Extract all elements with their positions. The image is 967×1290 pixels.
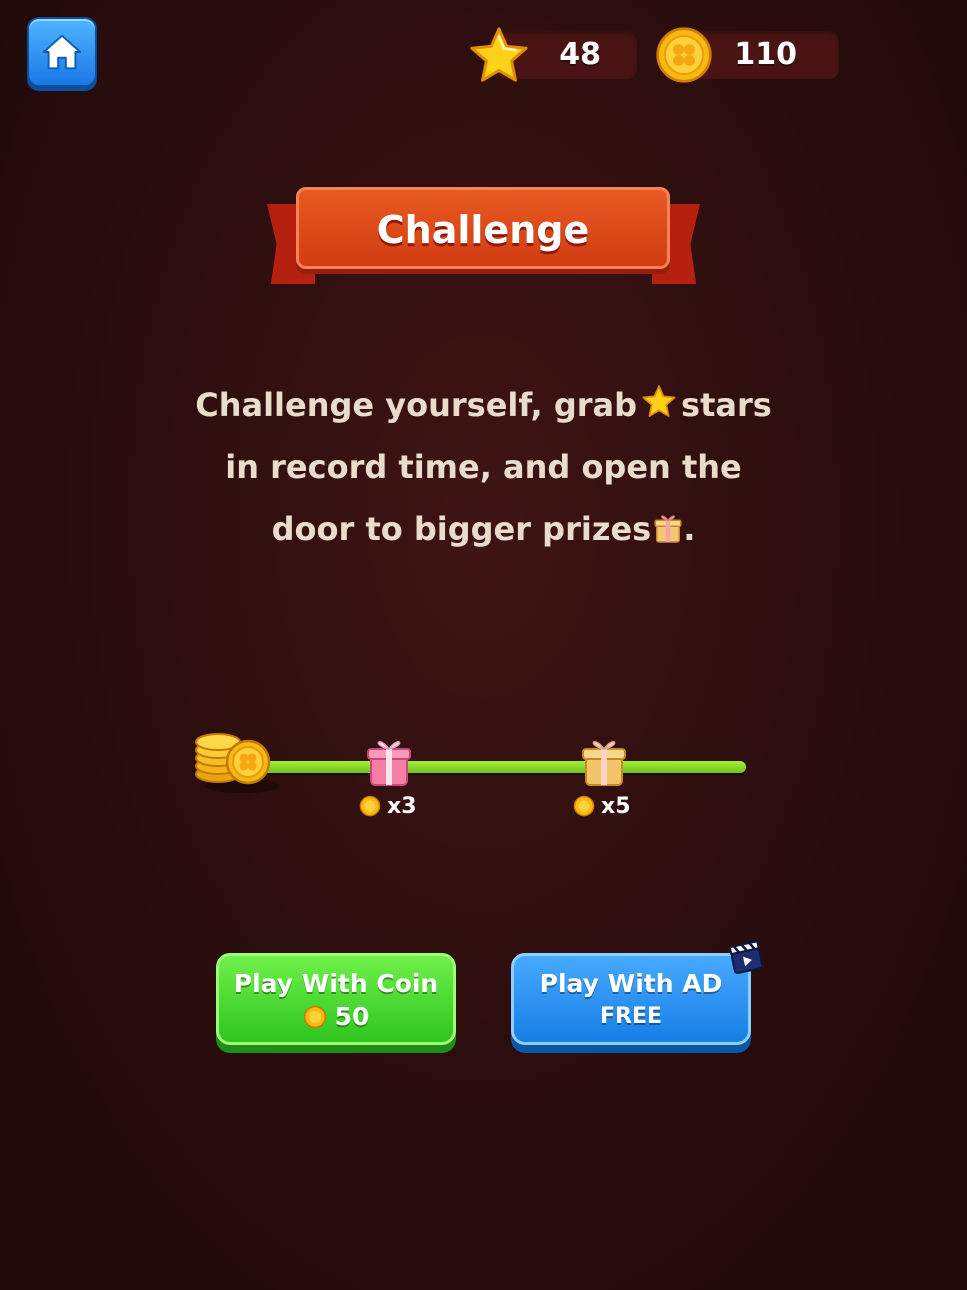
coin-icon bbox=[303, 1005, 326, 1029]
home-button[interactable] bbox=[27, 17, 97, 87]
milestone-reward-1: x3 bbox=[359, 792, 417, 820]
play-with-ad-free: FREE bbox=[599, 1004, 663, 1029]
play-with-ad-button[interactable]: Play With AD FREE bbox=[511, 953, 751, 1045]
ribbon-banner: Challenge bbox=[296, 187, 670, 269]
coin-stack-icon bbox=[195, 733, 280, 793]
milestone-reward-2: x5 bbox=[573, 792, 631, 820]
play-with-coin-button[interactable]: Play With Coin 50 bbox=[216, 953, 456, 1045]
description-text: door to bigger prizes bbox=[271, 510, 652, 548]
coin-icon bbox=[656, 27, 712, 83]
description-text: Challenge yourself, grab bbox=[195, 386, 638, 424]
reward-amount: x3 bbox=[387, 793, 417, 819]
play-with-ad-label: Play With AD bbox=[539, 969, 723, 998]
star-icon bbox=[642, 385, 676, 417]
video-clapper-icon bbox=[728, 940, 764, 975]
gift-icon bbox=[654, 515, 682, 543]
description-line-3: door to bigger prizes. bbox=[120, 498, 847, 560]
gold-gift-icon bbox=[582, 741, 626, 786]
play-with-coin-cost: 50 bbox=[219, 1000, 453, 1034]
star-icon bbox=[470, 27, 528, 82]
page-title: Challenge bbox=[376, 208, 590, 252]
challenge-description: Challenge yourself, grab stars in record … bbox=[120, 374, 847, 560]
pink-gift-icon bbox=[367, 741, 411, 786]
play-with-coin-label: Play With Coin bbox=[233, 969, 439, 998]
home-icon bbox=[42, 34, 82, 70]
stars-count: 48 bbox=[559, 37, 601, 72]
coin-cost-value: 50 bbox=[334, 1002, 370, 1031]
description-text: . bbox=[683, 510, 696, 548]
description-line-1: Challenge yourself, grab stars bbox=[120, 374, 847, 436]
reward-progress-track bbox=[255, 761, 746, 773]
title-ribbon: Challenge bbox=[267, 186, 700, 286]
reward-amount: x5 bbox=[601, 793, 631, 819]
description-text: stars bbox=[681, 386, 772, 424]
coin-icon bbox=[573, 795, 595, 817]
coin-icon bbox=[359, 795, 381, 817]
coins-count: 110 bbox=[734, 37, 797, 72]
description-line-2: in record time, and open the bbox=[225, 448, 742, 486]
